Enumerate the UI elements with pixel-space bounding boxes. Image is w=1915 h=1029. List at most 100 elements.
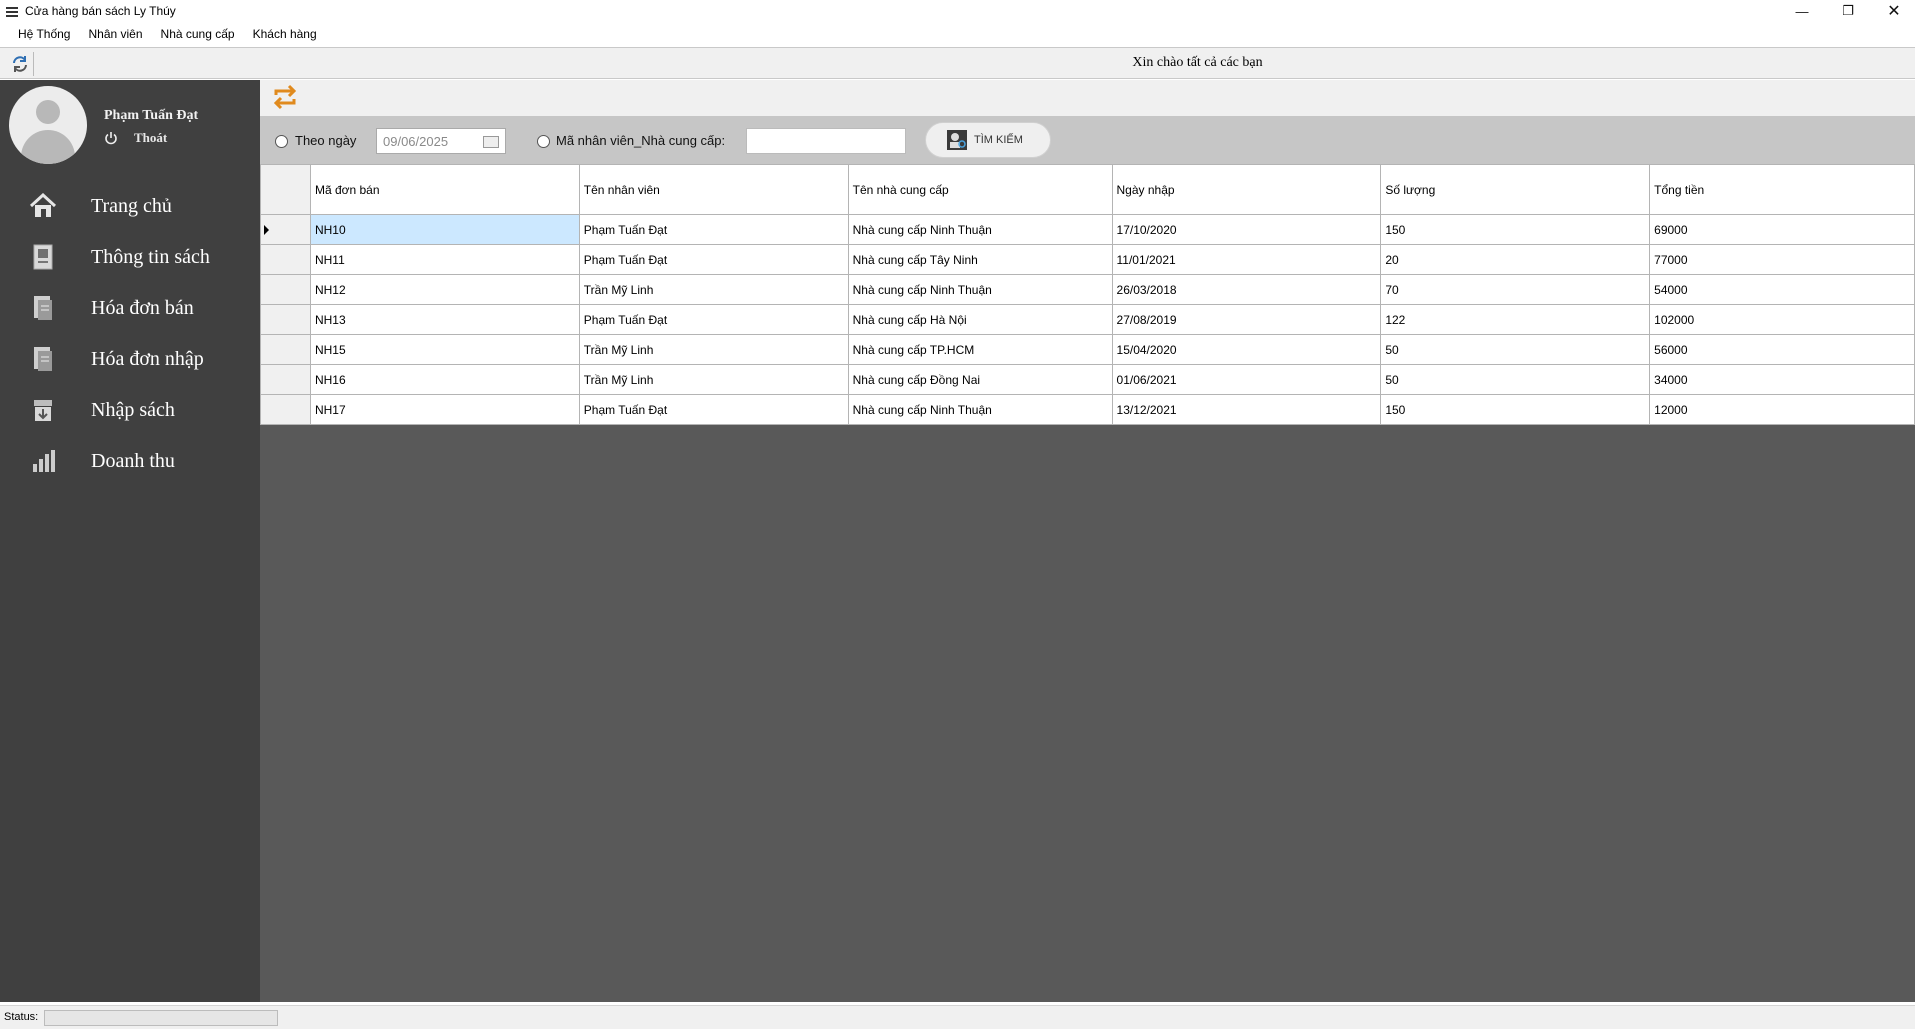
cell-ma-don-ban[interactable]: NH17 [309, 394, 580, 425]
cell-ngay-nhap[interactable]: 17/10/2020 [1111, 214, 1382, 245]
sidebar-item-label: Nhập sách [91, 398, 175, 421]
menu-he-thong[interactable]: Hệ Thống [9, 27, 79, 41]
cell-ten-nhan-vien[interactable]: Trần Mỹ Linh [578, 334, 849, 365]
cell-ma-don-ban[interactable]: NH11 [309, 244, 580, 275]
cell-tong-tien[interactable]: 69000 [1649, 214, 1915, 245]
cell-ngay-nhap[interactable]: 15/04/2020 [1111, 334, 1382, 365]
cell-so-luong[interactable]: 50 [1380, 334, 1651, 365]
menu-nhan-vien[interactable]: Nhân viên [79, 27, 151, 41]
column-header-ten-nha-cung-cap[interactable]: Tên nhà cung cấp [847, 164, 1113, 215]
by-date-radio[interactable] [275, 135, 288, 148]
cell-so-luong[interactable]: 122 [1380, 304, 1651, 335]
cell-ten-nhan-vien[interactable]: Trần Mỹ Linh [578, 364, 849, 395]
cell-ten-nha-cung-cap[interactable]: Nhà cung cấp Đồng Nai [847, 364, 1113, 395]
cell-ten-nha-cung-cap[interactable]: Nhà cung cấp Ninh Thuận [847, 274, 1113, 305]
sidebar-item-hoa-don-ban[interactable]: Hóa đơn bán [0, 286, 260, 330]
cell-ngay-nhap[interactable]: 01/06/2021 [1111, 364, 1382, 395]
cell-ma-don-ban[interactable]: NH13 [309, 304, 580, 335]
row-selector[interactable] [260, 304, 311, 335]
avatar [9, 86, 87, 164]
cell-ten-nha-cung-cap[interactable]: Nhà cung cấp Ninh Thuận [847, 214, 1113, 245]
sidebar-item-trang-chu[interactable]: Trang chủ [0, 184, 260, 228]
refresh-icon [273, 84, 297, 110]
cell-ten-nha-cung-cap[interactable]: Nhà cung cấp Ninh Thuận [847, 394, 1113, 425]
cell-tong-tien[interactable]: 12000 [1649, 394, 1915, 425]
column-header-ma-don-ban[interactable]: Mã đơn bán [309, 164, 580, 215]
cell-so-luong[interactable]: 70 [1380, 274, 1651, 305]
cell-ten-nhan-vien[interactable]: Phạm Tuấn Đạt [578, 214, 849, 245]
table-row[interactable]: NH16 Trần Mỹ Linh Nhà cung cấp Đồng Nai … [260, 364, 1915, 395]
restore-button[interactable]: ❐ [1825, 0, 1871, 22]
column-header-so-luong[interactable]: Số lượng [1380, 164, 1651, 215]
row-selector[interactable] [260, 244, 311, 275]
table-row[interactable]: NH11 Phạm Tuấn Đạt Nhà cung cấp Tây Ninh… [260, 244, 1915, 275]
cell-tong-tien[interactable]: 77000 [1649, 244, 1915, 275]
header-band: Xin chào tất cả các bạn [0, 47, 1915, 79]
sales-invoice-icon [28, 294, 58, 322]
cell-ma-don-ban[interactable]: NH16 [309, 364, 580, 395]
home-icon [28, 192, 58, 220]
cell-so-luong[interactable]: 20 [1380, 244, 1651, 275]
refresh-button[interactable] [270, 82, 300, 112]
sidebar-item-doanh-thu[interactable]: Doanh thu [0, 439, 260, 483]
cell-so-luong[interactable]: 150 [1380, 394, 1651, 425]
logout-button[interactable]: Thoát [104, 130, 167, 146]
cell-ma-don-ban[interactable]: NH10 [309, 214, 580, 245]
table-row[interactable]: NH13 Phạm Tuấn Đạt Nhà cung cấp Hà Nội 2… [260, 304, 1915, 335]
cell-ten-nhan-vien[interactable]: Phạm Tuấn Đạt [578, 304, 849, 335]
cell-ten-nha-cung-cap[interactable]: Nhà cung cấp Hà Nội [847, 304, 1113, 335]
table-row[interactable]: NH10 Phạm Tuấn Đạt Nhà cung cấp Ninh Thu… [260, 214, 1915, 245]
cell-ten-nhan-vien[interactable]: Phạm Tuấn Đạt [578, 394, 849, 425]
date-value: 09/06/2025 [383, 134, 449, 149]
row-selector[interactable] [260, 394, 311, 425]
sidebar-item-label: Doanh thu [91, 449, 175, 472]
date-picker[interactable]: 09/06/2025 [376, 128, 506, 154]
table-row[interactable]: NH15 Trần Mỹ Linh Nhà cung cấp TP.HCM 15… [260, 334, 1915, 365]
import-invoice-icon [28, 345, 58, 373]
column-header-tong-tien[interactable]: Tổng tiền [1649, 164, 1915, 215]
row-selector[interactable] [260, 274, 311, 305]
table-row[interactable]: NH17 Phạm Tuấn Đạt Nhà cung cấp Ninh Thu… [260, 394, 1915, 425]
cell-tong-tien[interactable]: 102000 [1649, 304, 1915, 335]
cell-ma-don-ban[interactable]: NH15 [309, 334, 580, 365]
cell-so-luong[interactable]: 50 [1380, 364, 1651, 395]
row-selector[interactable] [260, 364, 311, 395]
column-header-ngay-nhap[interactable]: Ngày nhập [1111, 164, 1382, 215]
cell-ma-don-ban[interactable]: NH12 [309, 274, 580, 305]
import-book-icon [28, 396, 58, 424]
column-header-ten-nhan-vien[interactable]: Tên nhân viên [578, 164, 849, 215]
sidebar-item-thong-tin-sach[interactable]: Thông tin sách [0, 235, 260, 279]
menu-bar: Hệ Thống Nhân viên Nhà cung cấp Khách hà… [0, 22, 1915, 46]
cell-ten-nhan-vien[interactable]: Phạm Tuấn Đạt [578, 244, 849, 275]
row-selector[interactable] [260, 334, 311, 365]
cell-ten-nha-cung-cap[interactable]: Nhà cung cấp Tây Ninh [847, 244, 1113, 275]
table-row[interactable]: NH12 Trần Mỹ Linh Nhà cung cấp Ninh Thuậ… [260, 274, 1915, 305]
cell-tong-tien[interactable]: 54000 [1649, 274, 1915, 305]
by-staff-supplier-label: Mã nhân viên_Nhà cung cấp: [556, 133, 726, 148]
cell-tong-tien[interactable]: 56000 [1649, 334, 1915, 365]
by-date-label: Theo ngày [295, 133, 357, 148]
minimize-button[interactable]: — [1779, 0, 1825, 22]
sidebar-item-hoa-don-nhap[interactable]: Hóa đơn nhập [0, 337, 260, 381]
cell-ten-nhan-vien[interactable]: Trần Mỹ Linh [578, 274, 849, 305]
menu-khach-hang[interactable]: Khách hàng [244, 27, 326, 41]
search-button[interactable]: TÌM KIẾM [925, 122, 1051, 158]
cell-so-luong[interactable]: 150 [1380, 214, 1651, 245]
search-input[interactable] [746, 128, 906, 154]
sidebar-item-nhap-sach[interactable]: Nhập sách [0, 388, 260, 432]
by-staff-supplier-radio[interactable] [537, 135, 550, 148]
row-selector[interactable] [260, 214, 311, 245]
title-bar: Cửa hàng bán sách Ly Thúy — ❐ ✕ [0, 0, 1915, 22]
menu-nha-cung-cap[interactable]: Nhà cung cấp [152, 27, 244, 41]
cell-ngay-nhap[interactable]: 26/03/2018 [1111, 274, 1382, 305]
search-user-icon [947, 130, 967, 150]
user-name: Phạm Tuấn Đạt [104, 108, 199, 123]
close-button[interactable]: ✕ [1871, 0, 1915, 22]
cell-ten-nha-cung-cap[interactable]: Nhà cung cấp TP.HCM [847, 334, 1113, 365]
cell-ngay-nhap[interactable]: 13/12/2021 [1111, 394, 1382, 425]
cell-ngay-nhap[interactable]: 27/08/2019 [1111, 304, 1382, 335]
cell-ngay-nhap[interactable]: 11/01/2021 [1111, 244, 1382, 275]
cell-tong-tien[interactable]: 34000 [1649, 364, 1915, 395]
filter-bar: Theo ngày 09/06/2025 Mã nhân viên_Nhà cu… [260, 116, 1915, 164]
search-button-label: TÌM KIẾM [974, 134, 1023, 146]
